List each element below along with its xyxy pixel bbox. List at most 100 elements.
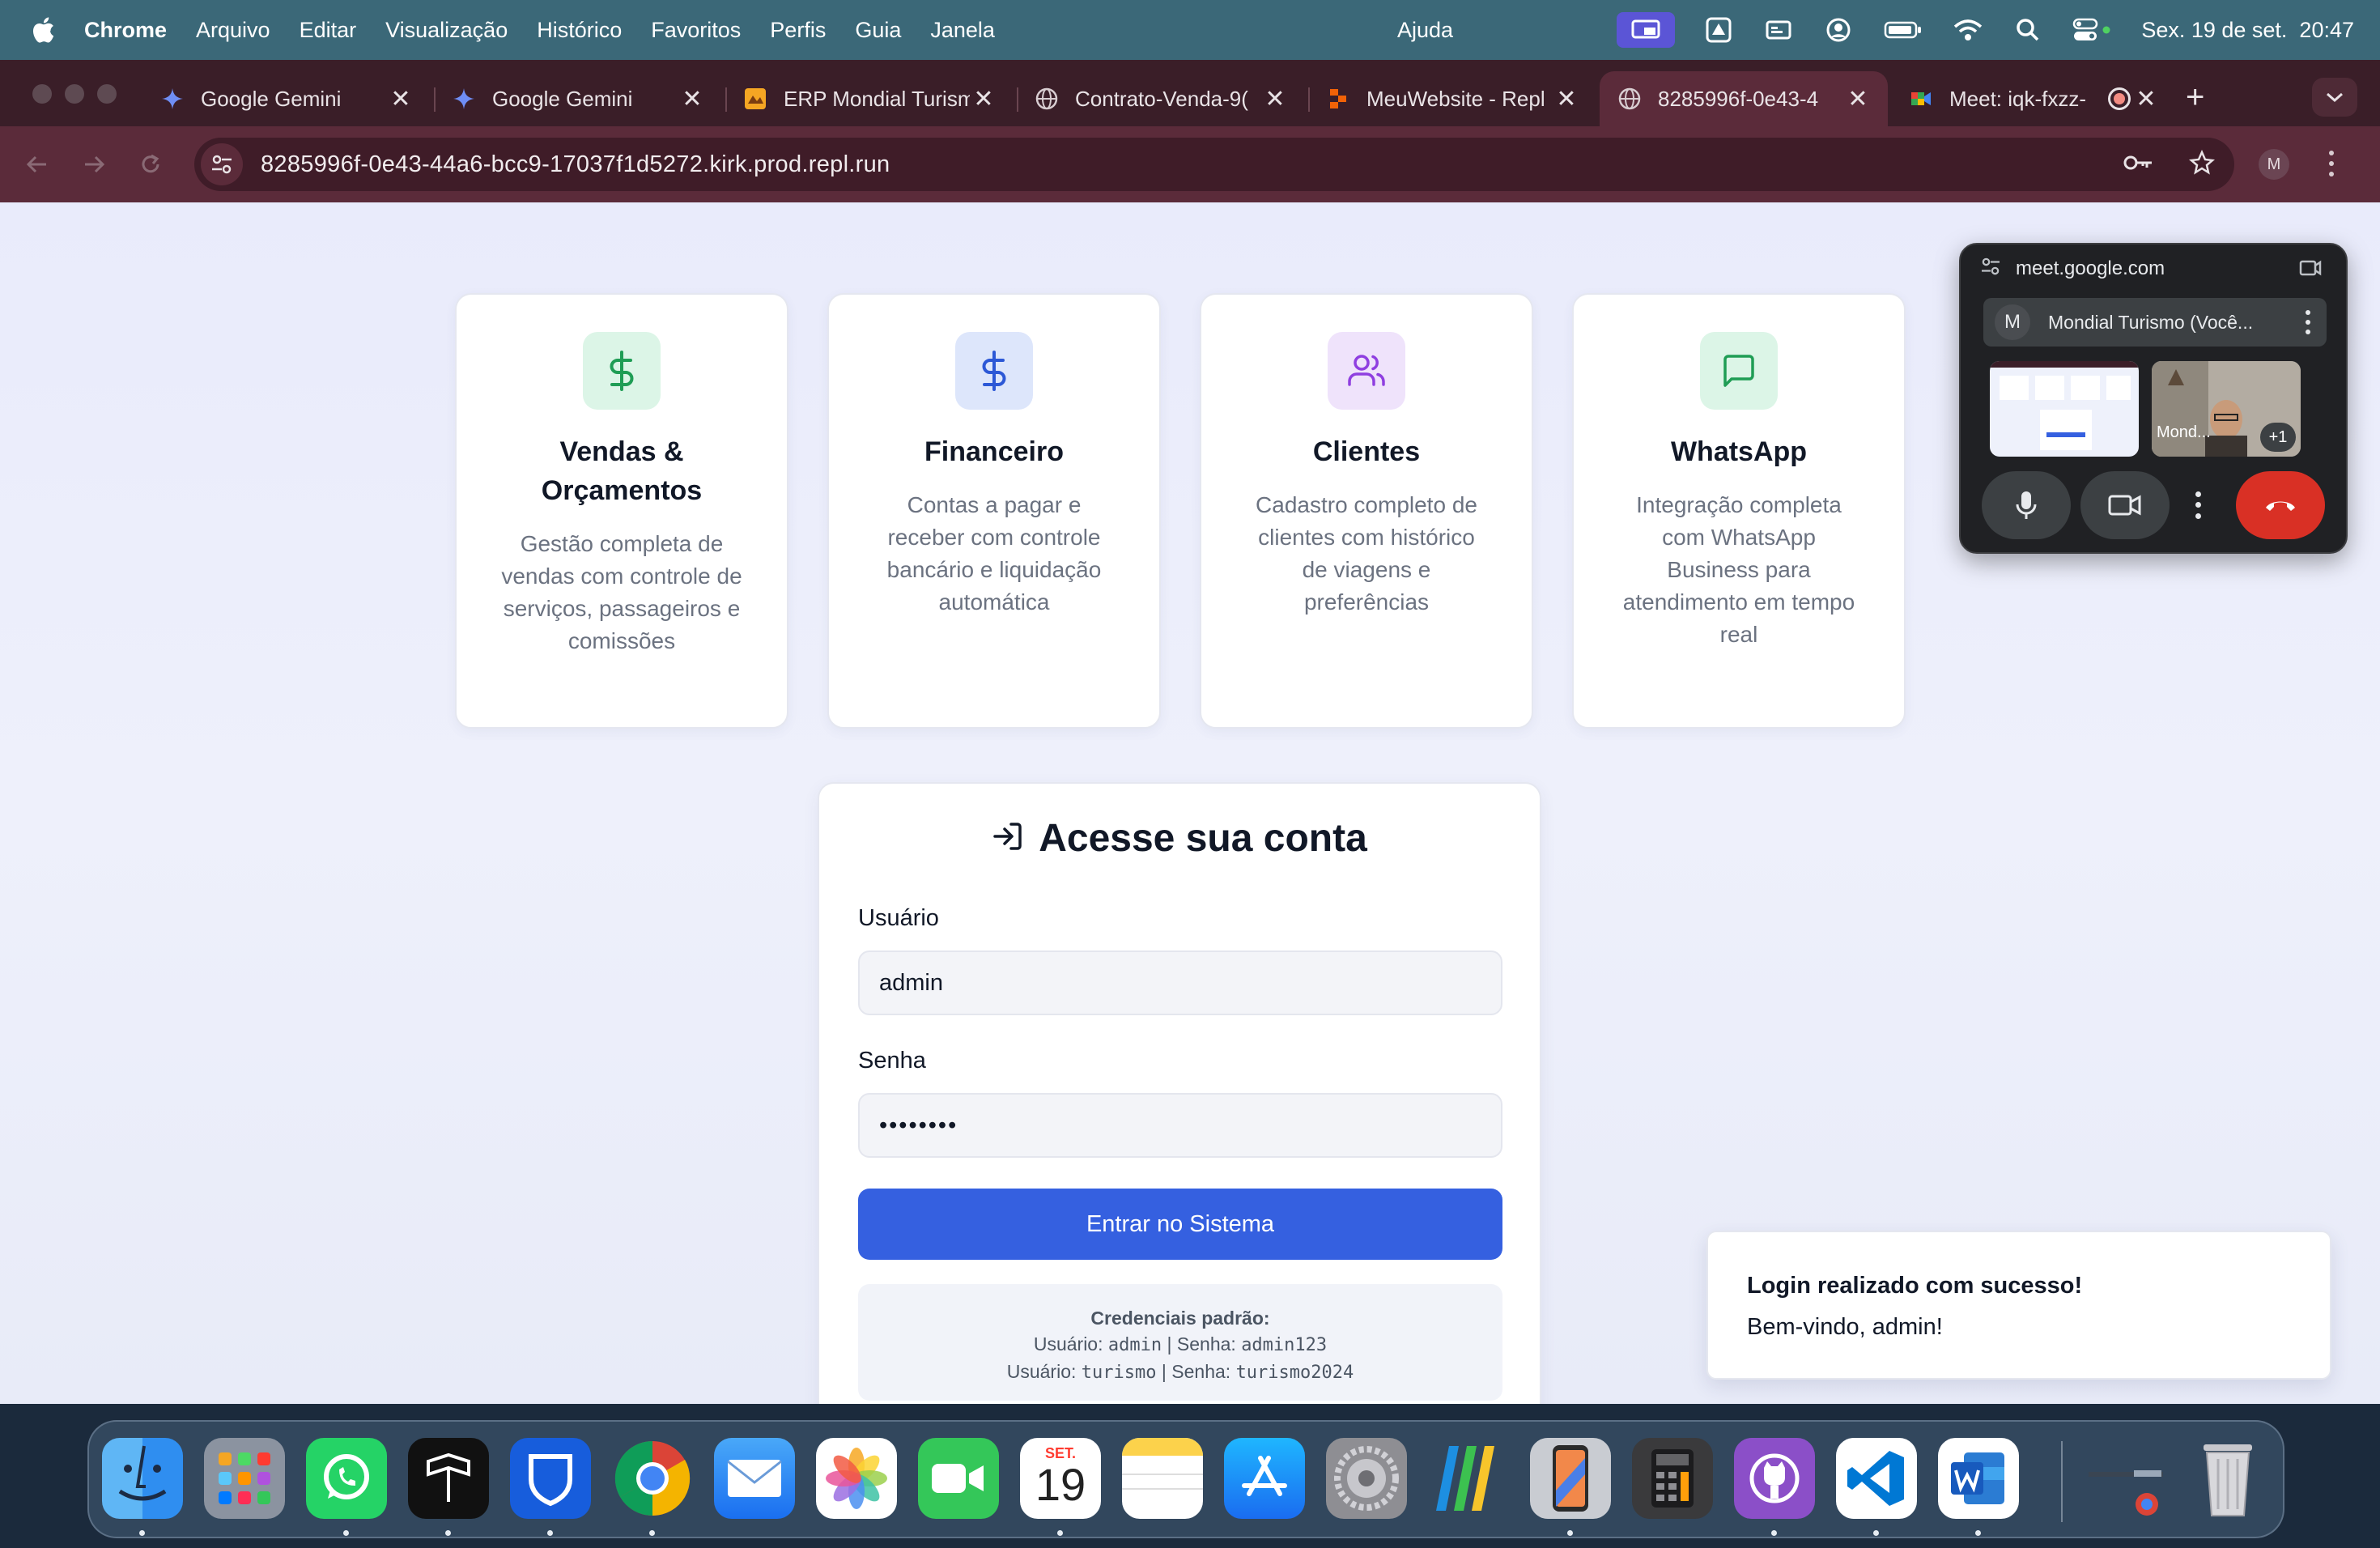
tab-label: Meet: iqk-fxzz- [1949,86,2087,111]
user-circle-icon[interactable] [1822,15,1855,45]
screen-share-tile[interactable] [1990,361,2139,457]
back-icon[interactable] [21,148,53,181]
toast-message: Bem-vindo, admin! [1747,1314,1943,1340]
notes-icon[interactable] [1122,1438,1203,1519]
camera-button[interactable] [2080,471,2170,539]
profile-avatar[interactable]: M [2259,149,2289,180]
facetime-icon[interactable] [918,1438,999,1519]
control-center-icon[interactable] [2072,15,2114,45]
tab-google-gemini-2[interactable]: Google Gemini ✕ [434,71,722,126]
more-options-icon[interactable] [2304,308,2312,337]
drive-icon[interactable] [1702,15,1735,45]
chrome-icon[interactable] [612,1438,693,1519]
meet-domain: meet.google.com [2016,257,2165,279]
password-input[interactable]: •••••••• [858,1093,1502,1158]
menu-ajuda[interactable]: Ajuda [1397,18,1453,43]
menu-guia[interactable]: Guia [855,18,901,43]
menu-janela[interactable]: Janela [930,18,995,43]
tab-close-icon[interactable]: ✕ [1263,85,1287,113]
success-toast[interactable]: Login realizado com sucesso! Bem-vindo, … [1706,1231,2331,1380]
tab-close-icon[interactable]: ✕ [1554,85,1579,113]
simulator-icon[interactable] [1530,1438,1611,1519]
zoom-window-button[interactable] [97,84,117,104]
mail-icon[interactable] [714,1438,795,1519]
credentials-pass: admin123 [1241,1335,1328,1355]
bitwarden-icon[interactable] [510,1438,591,1519]
dollar-icon [955,332,1033,410]
tab-contrato-venda[interactable]: Contrato-Venda-9( ✕ [1017,71,1305,126]
trash-icon[interactable] [2187,1438,2268,1519]
url-text[interactable]: 8285996f-0e43-44a6-bcc9-17037f1d5272.kir… [261,151,890,178]
photos-icon[interactable] [816,1438,897,1519]
wifi-icon[interactable] [1952,15,1984,45]
feature-card-clientes: Clientes Cadastro completo de clientes c… [1200,293,1533,729]
browser-menu-icon[interactable] [2323,147,2340,180]
site-info-icon[interactable] [201,143,243,185]
menu-favoritos[interactable]: Favoritos [651,18,741,43]
card-icon[interactable] [1762,15,1795,45]
menu-perfis[interactable]: Perfis [770,18,826,43]
microphone-button[interactable] [1982,471,2071,539]
login-submit-button[interactable]: Entrar no Sistema [858,1189,1502,1260]
minimized-window-icon[interactable] [2085,1438,2166,1519]
menu-editar[interactable]: Editar [300,18,357,43]
username-input[interactable]: admin [858,950,1502,1015]
close-window-button[interactable] [32,84,52,104]
minimize-window-button[interactable] [65,84,84,104]
globe-icon [1617,87,1642,111]
site-info-icon[interactable] [1980,257,2001,281]
bookmark-star-icon[interactable] [2189,149,2215,180]
camera-tile[interactable]: Mond... +1 [2152,361,2301,457]
tab-active-repl-run[interactable]: 8285996f-0e43-4 ✕ [1600,71,1888,126]
apple-icon[interactable] [29,14,57,46]
tab-google-gemini-1[interactable]: Google Gemini ✕ [142,71,431,126]
credentials-user: turismo [1081,1363,1157,1383]
tab-close-icon[interactable]: ✕ [971,85,996,113]
tab-search-button[interactable] [2312,78,2357,117]
menu-historico[interactable]: Histórico [537,18,622,43]
tab-erp-mondial[interactable]: ERP Mondial Turism ✕ [725,71,1014,126]
menu-app-name[interactable]: Chrome [84,18,167,43]
leave-call-button[interactable] [2236,471,2325,539]
erp-icon [743,87,767,111]
meet-pip-window[interactable]: meet.google.com M Mondial Turismo (Você.… [1959,243,2348,554]
word-icon[interactable] [1938,1438,2019,1519]
tab-google-meet[interactable]: Meet: iqk-fxzz- ✕ [1891,71,2176,126]
calendar-icon[interactable]: SET. 19 [1020,1438,1101,1519]
menubar-datetime[interactable]: Sex. 19 de set. 20:47 [2141,18,2354,43]
toast-title: Login realizado com sucesso! [1747,1273,2083,1299]
tab-close-icon[interactable]: ✕ [1846,85,1870,113]
tab-close-icon[interactable]: ✕ [680,85,704,113]
address-bar[interactable]: 8285996f-0e43-44a6-bcc9-17037f1d5272.kir… [194,138,2234,191]
screen-share-icon[interactable] [1617,12,1676,48]
menu-arquivo[interactable]: Arquivo [196,18,270,43]
system-settings-icon[interactable] [1326,1438,1407,1519]
launchpad-icon[interactable] [204,1438,285,1519]
vscode-icon[interactable] [1836,1438,1917,1519]
finder-icon[interactable] [102,1438,183,1519]
feature-description: Gestão completa de vendas com controle d… [501,531,742,653]
new-tab-button[interactable]: + [2186,79,2204,116]
meet-participant-row[interactable]: M Mondial Turismo (Você... [1983,298,2327,347]
window-controls [32,84,117,104]
tab-close-icon[interactable]: ✕ [2134,85,2158,113]
tab-close-icon[interactable]: ✕ [389,85,413,113]
menu-visualizacao[interactable]: Visualização [385,18,508,43]
typora-icon[interactable] [408,1438,489,1519]
github-desktop-icon[interactable] [1734,1438,1815,1519]
tab-meuwebsite-replit[interactable]: MeuWebsite - Repl ✕ [1308,71,1596,126]
reload-icon[interactable] [134,148,167,181]
recording-icon [2108,87,2131,110]
whatsapp-icon[interactable] [306,1438,387,1519]
browser-toolbar: 8285996f-0e43-44a6-bcc9-17037f1d5272.kir… [0,126,2380,202]
password-key-icon[interactable] [2123,153,2155,176]
calculator-icon[interactable] [1632,1438,1713,1519]
forward-icon[interactable] [78,148,110,181]
meet-icon [1909,87,1933,111]
app-store-icon[interactable] [1224,1438,1305,1519]
back-to-tab-icon[interactable] [2299,259,2322,283]
battery-icon[interactable] [1882,15,1924,45]
more-options-button[interactable] [2179,471,2216,539]
ticker-icon[interactable] [1428,1438,1509,1519]
spotlight-search-icon[interactable] [2012,15,2044,45]
